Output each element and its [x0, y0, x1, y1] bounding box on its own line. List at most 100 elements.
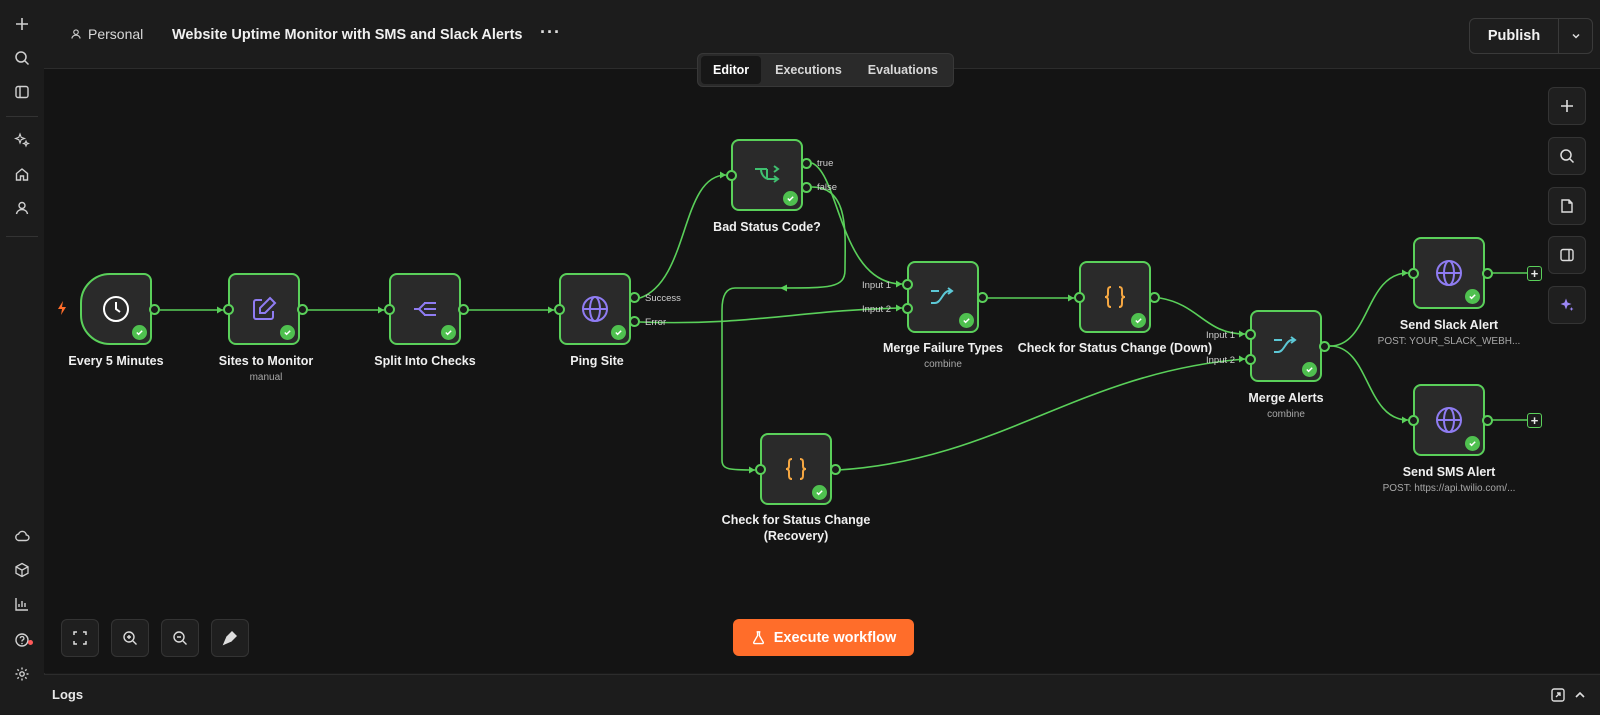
home-icon[interactable]	[10, 162, 34, 186]
node-ping-site[interactable]	[559, 273, 631, 345]
node-label: Send SMS Alert	[1402, 465, 1496, 479]
node-label: Bad Status Code?	[713, 220, 821, 234]
output-port[interactable]	[1482, 415, 1493, 426]
node-subtitle: POST: https://api.twilio.com/...	[1382, 483, 1516, 494]
output-port[interactable]	[297, 304, 308, 315]
output-port[interactable]	[830, 464, 841, 475]
user-small-icon	[71, 29, 81, 39]
breadcrumb[interactable]: Personal	[70, 26, 143, 42]
ai-assistant-icon[interactable]	[1548, 286, 1586, 324]
node-merge-alerts[interactable]	[1250, 310, 1322, 382]
sticky-note-icon[interactable]	[1548, 187, 1586, 225]
templates-icon[interactable]	[10, 558, 34, 582]
node-label: Check for Status Change (Recovery)	[721, 513, 871, 543]
success-check-icon	[441, 325, 456, 340]
logs-panel[interactable]: Logs	[44, 674, 1600, 715]
tidy-up-icon[interactable]	[211, 619, 249, 657]
port-label-input-1: Input 1	[1206, 330, 1236, 341]
input-port[interactable]	[1408, 415, 1419, 426]
node-send-slack-alert[interactable]	[1413, 237, 1485, 309]
success-check-icon	[959, 313, 974, 328]
node-subtitle: POST: YOUR_SLACK_WEBH...	[1377, 336, 1521, 347]
add-node-button[interactable]: +	[1527, 266, 1542, 281]
output-port-error[interactable]	[629, 316, 640, 327]
input-port[interactable]	[384, 304, 395, 315]
chevron-down-icon[interactable]	[1559, 19, 1592, 53]
success-check-icon	[1465, 289, 1480, 304]
node-send-sms-alert[interactable]	[1413, 384, 1485, 456]
sparkles-icon[interactable]	[10, 128, 34, 152]
output-port[interactable]	[458, 304, 469, 315]
output-port[interactable]	[1149, 292, 1160, 303]
node-label: Merge Failure Types	[883, 341, 1003, 355]
node-bad-status-code[interactable]	[731, 139, 803, 211]
input-port-1[interactable]	[1245, 329, 1256, 340]
port-label-input-2: Input 2	[862, 304, 892, 315]
input-port[interactable]	[1408, 268, 1419, 279]
tab-evaluations[interactable]: Evaluations	[856, 56, 950, 84]
input-port[interactable]	[726, 170, 737, 181]
output-port[interactable]	[1482, 268, 1493, 279]
input-port-2[interactable]	[902, 303, 913, 314]
tab-editor[interactable]: Editor	[701, 56, 762, 84]
zoom-out-icon[interactable]	[161, 619, 199, 657]
output-port-true[interactable]	[801, 158, 812, 169]
input-port-2[interactable]	[1245, 354, 1256, 365]
port-label-error: Error	[645, 317, 667, 328]
success-check-icon	[132, 325, 147, 340]
connection-ping-badstatus	[639, 174, 727, 299]
trigger-bolt-icon	[58, 301, 66, 315]
output-port-false[interactable]	[801, 182, 812, 193]
execute-workflow-button[interactable]: Execute workflow	[733, 619, 914, 656]
workflow-title[interactable]: Website Uptime Monitor with SMS and Slac…	[172, 27, 522, 43]
side-panel-icon[interactable]	[1548, 236, 1586, 274]
node-subtitle: combine	[924, 359, 962, 370]
port-label-true: true	[817, 158, 834, 169]
zoom-in-icon[interactable]	[111, 619, 149, 657]
notification-dot	[28, 640, 33, 645]
input-port[interactable]	[755, 464, 766, 475]
node-sites-to-monitor[interactable]	[228, 273, 300, 345]
port-label-false: false	[817, 182, 838, 193]
success-check-icon	[1131, 313, 1146, 328]
node-check-status-down[interactable]	[1079, 261, 1151, 333]
search-nodes-icon[interactable]	[1548, 137, 1586, 175]
node-check-status-recovery[interactable]	[760, 433, 832, 505]
connection-checkdown-mergealerts	[1159, 297, 1246, 335]
output-port[interactable]	[977, 292, 988, 303]
node-label: Check for Status Change (Down)	[1017, 341, 1213, 355]
more-options-button[interactable]: ···	[540, 22, 561, 43]
publish-control: Publish	[1469, 18, 1593, 54]
add-node-icon[interactable]	[1548, 87, 1586, 125]
node-merge-failure-types[interactable]	[907, 261, 979, 333]
node-every-5-minutes[interactable]	[80, 273, 152, 345]
cloud-icon[interactable]	[10, 524, 34, 548]
chevron-up-icon[interactable]	[1572, 687, 1588, 703]
add-node-button[interactable]: +	[1527, 413, 1542, 428]
success-check-icon	[783, 191, 798, 206]
output-port[interactable]	[1319, 341, 1330, 352]
flask-icon	[752, 631, 764, 645]
node-split-into-checks[interactable]	[389, 273, 461, 345]
port-label-input-2: Input 2	[1206, 355, 1236, 366]
pop-out-icon[interactable]	[1550, 687, 1566, 703]
view-tabs: Editor Executions Evaluations	[697, 53, 954, 87]
execute-label: Execute workflow	[773, 629, 897, 646]
input-port-1[interactable]	[902, 279, 913, 290]
input-port[interactable]	[223, 304, 234, 315]
publish-button[interactable]: Publish	[1470, 19, 1559, 53]
fit-view-icon[interactable]	[61, 619, 99, 657]
search-icon[interactable]	[10, 46, 34, 70]
connection-recovery-mergealerts	[837, 358, 1246, 471]
input-port[interactable]	[1074, 292, 1085, 303]
add-icon[interactable]	[10, 12, 34, 36]
user-icon[interactable]	[10, 196, 34, 220]
panel-toggle-icon[interactable]	[10, 80, 34, 104]
settings-gear-icon[interactable]	[10, 662, 34, 686]
output-port-success[interactable]	[629, 292, 640, 303]
insights-icon[interactable]	[10, 592, 34, 616]
tab-executions[interactable]: Executions	[763, 56, 854, 84]
port-label-input-1: Input 1	[862, 280, 892, 291]
output-port[interactable]	[149, 304, 160, 315]
input-port[interactable]	[554, 304, 565, 315]
